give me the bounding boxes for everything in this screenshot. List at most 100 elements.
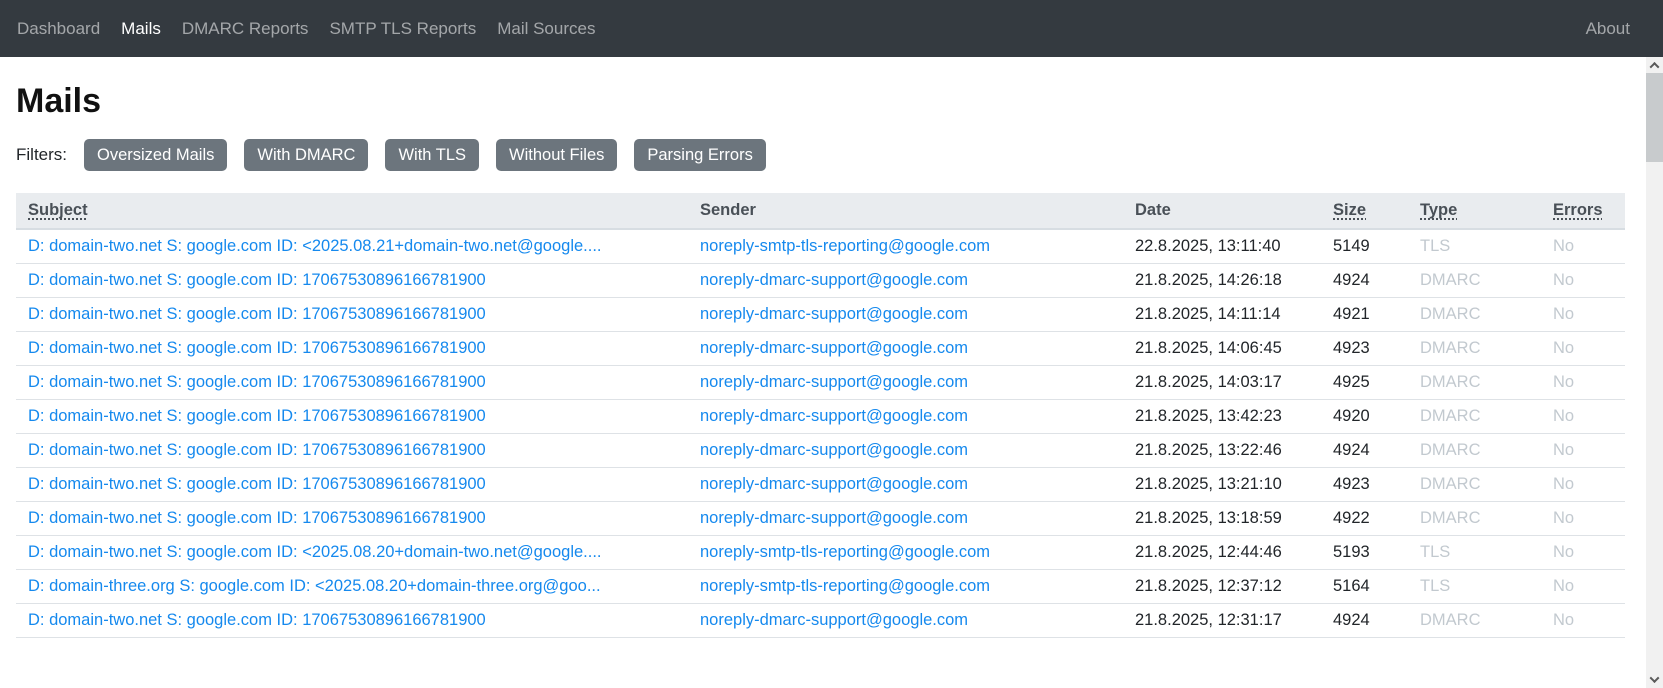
mail-errors: No — [1541, 467, 1625, 501]
mail-subject-link[interactable]: D: domain-two.net S: google.com ID: 1706… — [28, 271, 486, 289]
mail-date: 21.8.2025, 12:37:12 — [1123, 569, 1321, 603]
mail-type: DMARC — [1408, 603, 1541, 637]
mail-size: 5164 — [1321, 569, 1408, 603]
mail-errors: No — [1541, 569, 1625, 603]
mail-date: 21.8.2025, 12:44:46 — [1123, 535, 1321, 569]
mail-type: TLS — [1408, 229, 1541, 264]
filter-button-with-dmarc[interactable]: With DMARC — [244, 139, 368, 171]
mail-sender-link[interactable]: noreply-dmarc-support@google.com — [700, 475, 968, 493]
column-header-sender: Sender — [700, 201, 756, 219]
nav-item-mails[interactable]: Mails — [121, 19, 161, 39]
filters-bar: Filters: Oversized Mails With DMARC With T… — [16, 139, 1630, 171]
column-header-size[interactable]: Size — [1333, 201, 1366, 219]
mail-subject-link[interactable]: D: domain-two.net S: google.com ID: 1706… — [28, 339, 486, 357]
mail-errors: No — [1541, 297, 1625, 331]
filter-button-parsing-errors[interactable]: Parsing Errors — [634, 139, 765, 171]
table-row: D: domain-two.net S: google.com ID: <202… — [16, 229, 1625, 264]
scrollbar-up-button[interactable] — [1646, 57, 1663, 74]
mail-sender-link[interactable]: noreply-smtp-tls-reporting@google.com — [700, 577, 990, 595]
vertical-scrollbar[interactable] — [1646, 57, 1663, 688]
table-row: D: domain-two.net S: google.com ID: 1706… — [16, 297, 1625, 331]
mail-date: 22.8.2025, 13:11:40 — [1123, 229, 1321, 264]
mail-size: 5149 — [1321, 229, 1408, 264]
nav-item-dashboard[interactable]: Dashboard — [17, 19, 100, 39]
mail-size: 4922 — [1321, 501, 1408, 535]
column-header-type[interactable]: Type — [1420, 201, 1457, 219]
nav-item-about[interactable]: About — [1586, 19, 1630, 39]
mail-subject-link[interactable]: D: domain-two.net S: google.com ID: 1706… — [28, 611, 486, 629]
mail-sender-link[interactable]: noreply-dmarc-support@google.com — [700, 373, 968, 391]
table-row: D: domain-two.net S: google.com ID: 1706… — [16, 263, 1625, 297]
mail-size: 5193 — [1321, 535, 1408, 569]
mail-date: 21.8.2025, 12:31:17 — [1123, 603, 1321, 637]
table-row: D: domain-two.net S: google.com ID: 1706… — [16, 433, 1625, 467]
column-header-date: Date — [1135, 201, 1171, 219]
mail-type: TLS — [1408, 569, 1541, 603]
mail-date: 21.8.2025, 13:22:46 — [1123, 433, 1321, 467]
scrollbar-down-button[interactable] — [1646, 671, 1663, 688]
mail-size: 4924 — [1321, 263, 1408, 297]
mail-subject-link[interactable]: D: domain-two.net S: google.com ID: 1706… — [28, 509, 486, 527]
table-body: D: domain-two.net S: google.com ID: <202… — [16, 229, 1625, 638]
mail-type: DMARC — [1408, 467, 1541, 501]
mail-errors: No — [1541, 365, 1625, 399]
mail-sender-link[interactable]: noreply-dmarc-support@google.com — [700, 509, 968, 527]
mail-size: 4923 — [1321, 467, 1408, 501]
nav-item-mail-sources[interactable]: Mail Sources — [497, 19, 595, 39]
navbar: Dashboard Mails DMARC Reports SMTP TLS Repo… — [0, 0, 1663, 57]
mail-subject-link[interactable]: D: domain-two.net S: google.com ID: <202… — [28, 237, 602, 255]
mail-subject-link[interactable]: D: domain-two.net S: google.com ID: 1706… — [28, 373, 486, 391]
mail-size: 4920 — [1321, 399, 1408, 433]
mail-errors: No — [1541, 433, 1625, 467]
mail-size: 4923 — [1321, 331, 1408, 365]
mail-sender-link[interactable]: noreply-dmarc-support@google.com — [700, 305, 968, 323]
mail-errors: No — [1541, 399, 1625, 433]
mail-size: 4925 — [1321, 365, 1408, 399]
table-row: D: domain-two.net S: google.com ID: 1706… — [16, 331, 1625, 365]
mails-table: Subject Sender Date Size Type Errors D: … — [16, 193, 1625, 638]
main-content: Mails Filters: Oversized MailsWith DMARC… — [0, 57, 1646, 638]
table-row: D: domain-three.org S: google.com ID: <2… — [16, 569, 1625, 603]
filters-label: Filters: — [16, 145, 67, 165]
column-header-errors[interactable]: Errors — [1553, 201, 1603, 219]
mail-errors: No — [1541, 263, 1625, 297]
nav-item-dmarc-reports[interactable]: DMARC Reports — [182, 19, 309, 39]
mail-date: 21.8.2025, 13:42:23 — [1123, 399, 1321, 433]
chevron-down-icon — [1650, 673, 1660, 683]
table-row: D: domain-two.net S: google.com ID: 1706… — [16, 603, 1625, 637]
mail-errors: No — [1541, 331, 1625, 365]
mail-errors: No — [1541, 535, 1625, 569]
mail-subject-link[interactable]: D: domain-two.net S: google.com ID: 1706… — [28, 305, 486, 323]
table-row: D: domain-two.net S: google.com ID: 1706… — [16, 399, 1625, 433]
table-header: Subject Sender Date Size Type Errors — [16, 193, 1625, 229]
mail-sender-link[interactable]: noreply-dmarc-support@google.com — [700, 271, 968, 289]
mail-sender-link[interactable]: noreply-dmarc-support@google.com — [700, 441, 968, 459]
mail-errors: No — [1541, 229, 1625, 264]
mail-subject-link[interactable]: D: domain-two.net S: google.com ID: 1706… — [28, 441, 486, 459]
mail-sender-link[interactable]: noreply-dmarc-support@google.com — [700, 339, 968, 357]
mail-type: DMARC — [1408, 399, 1541, 433]
mail-type: DMARC — [1408, 365, 1541, 399]
column-header-subject[interactable]: Subject — [28, 201, 88, 219]
mail-sender-link[interactable]: noreply-dmarc-support@google.com — [700, 407, 968, 425]
mail-errors: No — [1541, 501, 1625, 535]
scrollbar-thumb[interactable] — [1646, 73, 1663, 162]
mail-sender-link[interactable]: noreply-smtp-tls-reporting@google.com — [700, 237, 990, 255]
mail-subject-link[interactable]: D: domain-three.org S: google.com ID: <2… — [28, 577, 601, 595]
nav-menu: Dashboard Mails DMARC Reports SMTP TLS Repo… — [17, 19, 1586, 39]
table-header-row: Subject Sender Date Size Type Errors — [16, 193, 1625, 229]
mail-subject-link[interactable]: D: domain-two.net S: google.com ID: 1706… — [28, 407, 486, 425]
nav-item-smtp-tls-reports[interactable]: SMTP TLS Reports — [329, 19, 476, 39]
mail-errors: No — [1541, 603, 1625, 637]
filter-button-with-tls[interactable]: With TLS — [385, 139, 479, 171]
mail-sender-link[interactable]: noreply-smtp-tls-reporting@google.com — [700, 543, 990, 561]
mail-size: 4924 — [1321, 603, 1408, 637]
mail-type: DMARC — [1408, 331, 1541, 365]
mail-subject-link[interactable]: D: domain-two.net S: google.com ID: <202… — [28, 543, 602, 561]
filter-button-oversized-mails[interactable]: Oversized Mails — [84, 139, 227, 171]
filter-button-without-files[interactable]: Without Files — [496, 139, 617, 171]
mail-sender-link[interactable]: noreply-dmarc-support@google.com — [700, 611, 968, 629]
mail-subject-link[interactable]: D: domain-two.net S: google.com ID: 1706… — [28, 475, 486, 493]
mail-type: DMARC — [1408, 501, 1541, 535]
table-row: D: domain-two.net S: google.com ID: 1706… — [16, 501, 1625, 535]
